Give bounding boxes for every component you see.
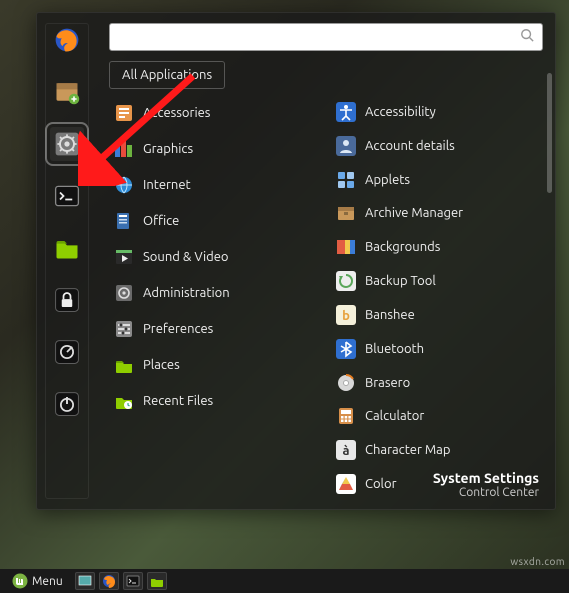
archive-manager-icon <box>335 202 357 224</box>
color-icon <box>335 473 357 495</box>
internet-icon <box>113 174 135 196</box>
sound-video-icon <box>113 246 135 268</box>
app-brasero[interactable]: Brasero <box>331 366 543 400</box>
category-label: Sound & Video <box>143 250 229 264</box>
accessibility-icon <box>335 101 357 123</box>
category-label: Administration <box>143 286 230 300</box>
administration-icon <box>113 282 135 304</box>
applets-icon <box>335 169 357 191</box>
mint-logo-icon <box>12 573 28 589</box>
app-label: Color <box>365 477 397 491</box>
hover-title: System Settings <box>433 470 539 486</box>
account-details-icon <box>335 135 357 157</box>
category-label: Office <box>143 214 179 228</box>
bluetooth-icon <box>335 338 357 360</box>
search-box[interactable] <box>109 23 543 51</box>
category-label: Graphics <box>143 142 193 156</box>
category-recent-files[interactable]: Recent Files <box>109 383 321 419</box>
app-label: Character Map <box>365 443 450 457</box>
app-label: Accessibility <box>365 105 436 119</box>
backgrounds-icon <box>335 236 357 258</box>
favorite-lock-screen[interactable] <box>50 283 84 317</box>
banshee-icon: b <box>335 304 357 326</box>
category-administration[interactable]: Administration <box>109 275 321 311</box>
recent-files-icon <box>113 390 135 412</box>
category-sound-video[interactable]: Sound & Video <box>109 239 321 275</box>
app-backgrounds[interactable]: Backgrounds <box>331 230 543 264</box>
favorite-software-manager[interactable] <box>50 75 84 109</box>
favorite-system-settings[interactable] <box>50 127 84 161</box>
app-account-details[interactable]: Account details <box>331 129 543 163</box>
app-calculator[interactable]: Calculator <box>331 399 543 433</box>
graphics-icon <box>113 138 135 160</box>
places-icon <box>113 354 135 376</box>
menu-main-column: All Applications Accessories Graphics In… <box>97 13 555 509</box>
calculator-icon <box>335 405 357 427</box>
watermark: wsxdn.com <box>510 556 565 567</box>
applications-scrollbar[interactable] <box>547 73 552 193</box>
preferences-icon <box>113 318 135 340</box>
app-label: Calculator <box>365 409 424 423</box>
character-map-icon: à <box>335 439 357 461</box>
taskbar-show-desktop[interactable] <box>75 572 95 590</box>
favorite-firefox[interactable] <box>50 23 84 57</box>
app-banshee[interactable]: b Banshee <box>331 298 543 332</box>
app-label: Banshee <box>365 308 415 322</box>
app-label: Backup Tool <box>365 274 436 288</box>
all-applications-button[interactable]: All Applications <box>109 61 225 89</box>
favorite-logout[interactable] <box>50 335 84 369</box>
category-internet[interactable]: Internet <box>109 167 321 203</box>
category-label: Accessories <box>143 106 210 120</box>
hover-subtitle: Control Center <box>433 486 539 499</box>
hover-description: System Settings Control Center <box>433 470 539 499</box>
app-bluetooth[interactable]: Bluetooth <box>331 332 543 366</box>
category-accessories[interactable]: Accessories <box>109 95 321 131</box>
app-label: Backgrounds <box>365 240 440 254</box>
taskbar-terminal[interactable] <box>123 572 143 590</box>
taskbar-firefox[interactable] <box>99 572 119 590</box>
cinnamon-menu: All Applications Accessories Graphics In… <box>36 12 556 510</box>
category-label: Places <box>143 358 180 372</box>
backup-tool-icon <box>335 270 357 292</box>
taskbar-file-manager[interactable] <box>147 572 167 590</box>
office-icon <box>113 210 135 232</box>
category-label: Recent Files <box>143 394 213 408</box>
app-character-map[interactable]: à Character Map <box>331 433 543 467</box>
search-icon <box>520 28 534 46</box>
accessories-icon <box>113 102 135 124</box>
category-office[interactable]: Office <box>109 203 321 239</box>
app-label: Account details <box>365 139 455 153</box>
favorite-shutdown[interactable] <box>50 387 84 421</box>
favorite-file-manager[interactable] <box>50 231 84 265</box>
category-places[interactable]: Places <box>109 347 321 383</box>
category-graphics[interactable]: Graphics <box>109 131 321 167</box>
svg-text:b: b <box>342 309 350 323</box>
applications-list: Accessibility Account details Applets Ar… <box>331 95 543 501</box>
app-backup-tool[interactable]: Backup Tool <box>331 264 543 298</box>
app-applets[interactable]: Applets <box>331 163 543 197</box>
app-label: Brasero <box>365 376 410 390</box>
category-preferences[interactable]: Preferences <box>109 311 321 347</box>
app-label: Bluetooth <box>365 342 424 356</box>
taskbar-menu-button[interactable]: Menu <box>4 571 71 591</box>
search-input[interactable] <box>118 30 520 45</box>
brasero-icon <box>335 372 357 394</box>
taskbar-menu-label: Menu <box>32 575 63 588</box>
category-label: Preferences <box>143 322 213 336</box>
favorite-terminal[interactable] <box>50 179 84 213</box>
app-label: Applets <box>365 173 410 187</box>
svg-text:à: à <box>342 444 349 458</box>
app-accessibility[interactable]: Accessibility <box>331 95 543 129</box>
category-label: Internet <box>143 178 191 192</box>
app-archive-manager[interactable]: Archive Manager <box>331 196 543 230</box>
app-label: Archive Manager <box>365 206 463 220</box>
all-applications-label: All Applications <box>122 68 212 82</box>
favorites-column <box>37 13 97 509</box>
categories-list: Accessories Graphics Internet Office Sou… <box>109 95 321 501</box>
taskbar: Menu <box>0 569 569 593</box>
